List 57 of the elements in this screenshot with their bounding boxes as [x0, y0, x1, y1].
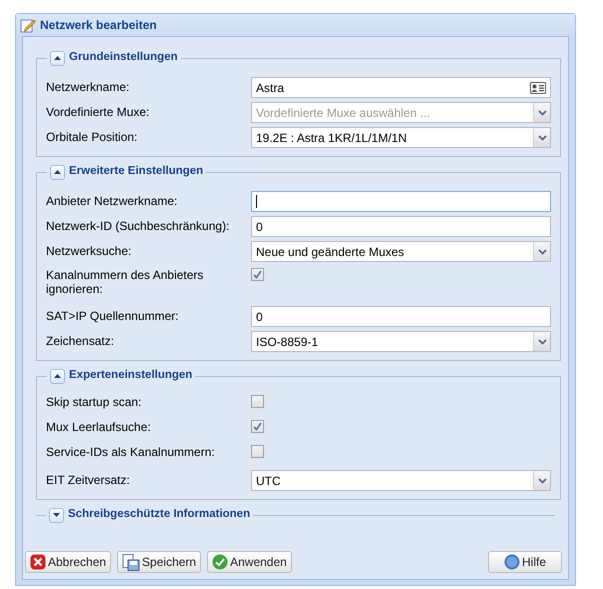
- edit-icon: [20, 17, 36, 33]
- field-label: Netzwerk-ID (Suchbeschränkung):: [46, 218, 230, 233]
- checkbox[interactable]: [251, 445, 264, 458]
- checkbox[interactable]: [251, 268, 264, 281]
- field-placeholder: Vordefinierte Muxe auswählen ...: [255, 104, 432, 122]
- input-field[interactable]: 0: [251, 216, 551, 237]
- field-value: ISO-8859-1: [255, 334, 320, 350]
- dialog-button[interactable]: Speichern: [117, 551, 202, 573]
- input-field[interactable]: 0: [251, 306, 551, 327]
- field-label: Anbieter Netzwerkname:: [46, 193, 178, 208]
- collapse-arrow-icon: [54, 170, 61, 174]
- field-value: 19.2E : Astra 1KR/1L/1M/1N: [255, 130, 408, 146]
- field-label: Skip startup scan:: [46, 395, 142, 409]
- field-label: Orbitale Position:: [46, 129, 138, 144]
- checkbox[interactable]: [251, 395, 264, 408]
- text-cursor: [256, 195, 257, 208]
- field-value: 0: [256, 218, 264, 236]
- collapse-toggle[interactable]: [50, 50, 65, 66]
- help-icon: [504, 554, 520, 570]
- field-label: Netzwerkname:: [46, 79, 130, 94]
- dropdown-field[interactable]: Neue und geänderte Muxes: [251, 241, 551, 262]
- field-label: Netzwerksuche:: [46, 243, 132, 258]
- section-title: Schreibgeschützte Informationen: [68, 507, 250, 522]
- dropdown-field[interactable]: ISO-8859-1: [251, 331, 551, 352]
- field-label: Mux Leerlaufsuche:: [46, 420, 152, 434]
- field-label: Kanalnummern des Anbieters ignorieren:: [46, 268, 204, 296]
- collapse-toggle[interactable]: [50, 164, 65, 180]
- field-label: Zeichensatz:: [46, 333, 116, 348]
- dropdown-field[interactable]: 19.2E : Astra 1KR/1L/1M/1N: [251, 127, 551, 148]
- section-title: Erweiterte Einstellungen: [69, 164, 204, 180]
- collapse-arrow-icon: [54, 56, 61, 60]
- field-value: Astra: [256, 80, 286, 96]
- input-field[interactable]: Astra: [251, 77, 551, 98]
- section-title: Grundeinstellungen: [69, 50, 178, 66]
- id-card-icon: [530, 82, 546, 94]
- cancel-icon: [30, 554, 46, 570]
- field-value: Neue und geänderte Muxes: [255, 244, 406, 260]
- expand-arrow-icon: [53, 513, 60, 517]
- field-label: EIT Zeitversatz:: [46, 472, 131, 487]
- document-icon: [122, 554, 140, 570]
- dialog-button[interactable]: Hilfe: [488, 551, 562, 573]
- expand-toggle[interactable]: [49, 508, 64, 522]
- field-label: Service-IDs als Kanalnummern:: [46, 445, 216, 459]
- field-value: 0: [256, 308, 264, 326]
- input-field[interactable]: [251, 191, 551, 212]
- window-title: Netzwerk bearbeiten: [40, 17, 157, 34]
- dialog-button[interactable]: Abbrechen: [25, 551, 112, 573]
- dialog-button[interactable]: Anwenden: [207, 551, 292, 573]
- dropdown-field[interactable]: UTC: [251, 470, 551, 491]
- section-title: Experteneinstellungen: [69, 368, 192, 384]
- field-label: Vordefinierte Muxe:: [46, 104, 150, 119]
- check-icon: [212, 554, 228, 570]
- field-label: SAT>IP Quellennummer:: [46, 308, 180, 323]
- collapse-toggle[interactable]: [50, 368, 65, 384]
- field-value: UTC: [255, 472, 282, 490]
- checkbox[interactable]: [251, 420, 264, 433]
- collapse-arrow-icon: [54, 374, 61, 378]
